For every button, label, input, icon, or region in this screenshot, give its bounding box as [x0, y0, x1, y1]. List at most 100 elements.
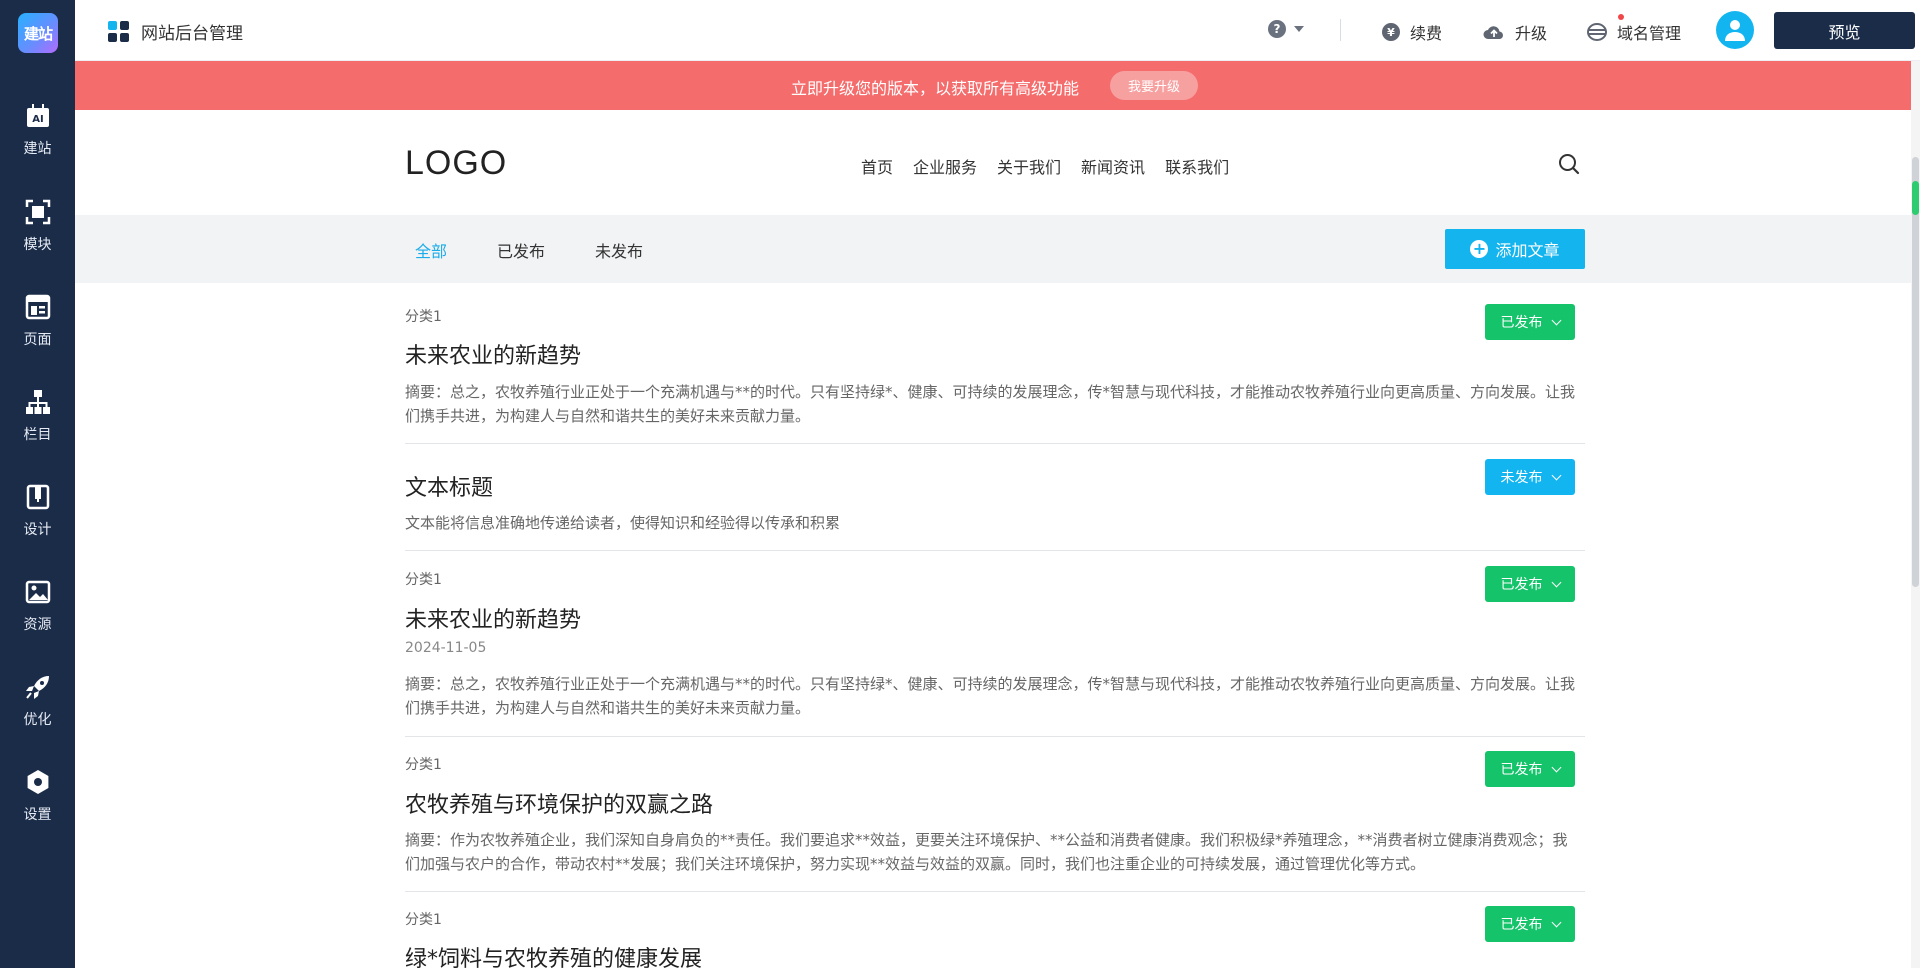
sidebar-item-column[interactable]: 栏目: [0, 389, 75, 469]
banner-text: 立即升级您的版本，以获取所有高级功能: [791, 79, 1080, 98]
article-date: 2024-11-05: [405, 640, 487, 656]
article-item[interactable]: 分类1 绿*饲料与农牧养殖的健康发展 已发布: [405, 892, 1585, 968]
sidebar-item-label: 页面: [23, 332, 52, 348]
plus-circle-icon: +: [1470, 240, 1489, 258]
upgrade-banner: 立即升级您的版本，以获取所有高级功能 我要升级: [75, 61, 1915, 110]
sitemap-icon: [25, 390, 50, 414]
upgrade-label: 升级: [1515, 24, 1548, 43]
status-dropdown[interactable]: 已发布: [1485, 751, 1575, 787]
status-dropdown[interactable]: 未发布: [1485, 459, 1575, 495]
sidebar-item-label: 栏目: [23, 427, 52, 443]
page-scrollbar[interactable]: [1911, 61, 1920, 968]
user-avatar[interactable]: [1716, 11, 1754, 49]
brand-logo[interactable]: 建站: [18, 13, 58, 53]
add-article-label: 添加文章: [1495, 241, 1560, 260]
status-label: 已发布: [1500, 762, 1543, 778]
tab-all[interactable]: 全部: [415, 238, 447, 262]
article-title[interactable]: 农牧养殖与环境保护的双赢之路: [405, 787, 713, 819]
cloud-upload-icon: [1483, 26, 1503, 39]
sidebar-item-settings[interactable]: 设置: [0, 769, 75, 849]
design-icon: [26, 484, 49, 510]
tab-unpublished[interactable]: 未发布: [595, 238, 643, 262]
site-nav-item-news[interactable]: 新闻资讯: [1081, 154, 1145, 178]
chevron-down-icon: [1551, 577, 1561, 587]
upgrade-now-button[interactable]: 我要升级: [1110, 71, 1198, 100]
sidebar-item-module[interactable]: 模块: [0, 199, 75, 279]
site-nav-item-about[interactable]: 关于我们: [997, 154, 1061, 178]
user-icon: [1725, 20, 1745, 41]
preview-button[interactable]: 预览: [1774, 12, 1915, 49]
sidebar-item-label: 设置: [23, 807, 52, 823]
site-search-button[interactable]: [1558, 153, 1580, 179]
rocket-icon: [25, 676, 49, 699]
article-category: 分类1: [405, 912, 442, 928]
sidebar-item-label: 优化: [23, 712, 52, 728]
yen-coin-icon: ¥: [1382, 23, 1400, 41]
caret-down-icon: [1294, 26, 1304, 32]
sidebar-item-build[interactable]: AI 建站: [0, 103, 75, 183]
renew-link[interactable]: ¥ 续费: [1382, 20, 1442, 44]
help-menu[interactable]: ?: [1268, 20, 1304, 38]
chevron-down-icon: [1551, 762, 1561, 772]
site-logo[interactable]: LOGO: [405, 144, 507, 183]
sidebar-item-resource[interactable]: 资源: [0, 579, 75, 659]
search-icon: [1559, 154, 1580, 175]
article-title[interactable]: 绿*饲料与农牧养殖的健康发展: [405, 941, 702, 968]
chevron-down-icon: [1551, 470, 1561, 480]
svg-text:¥: ¥: [1387, 26, 1395, 39]
article-category: 分类1: [405, 757, 442, 773]
article-title[interactable]: 文本标题: [405, 470, 493, 502]
svg-text:AI: AI: [32, 114, 43, 125]
status-dropdown[interactable]: 已发布: [1485, 566, 1575, 602]
sidebar-item-design[interactable]: 设计: [0, 484, 75, 564]
article-title[interactable]: 未来农业的新趋势: [405, 602, 581, 634]
domain-globe-icon: [1587, 23, 1607, 41]
article-title[interactable]: 未来农业的新趋势: [405, 338, 581, 370]
status-dropdown[interactable]: 已发布: [1485, 906, 1575, 942]
app-title: 网站后台管理: [141, 24, 243, 44]
add-article-button[interactable]: + 添加文章: [1445, 229, 1585, 269]
article-item[interactable]: 分类1 农牧养殖与环境保护的双赢之路 摘要：作为农牧养殖企业，我们深知自身肩负的…: [405, 737, 1585, 892]
left-sidebar: 建站 AI 建站 模块 页面 栏目 设计 资源 优化 设置: [0, 0, 75, 968]
article-category: 分类1: [405, 309, 442, 325]
image-resource-icon: [25, 580, 50, 604]
chevron-down-icon: [1551, 315, 1561, 325]
header-divider: [1340, 19, 1341, 41]
article-summary: 摘要：总之，农牧养殖行业正处于一个充满机遇与**的时代。只有坚持绿*、健康、可持…: [405, 675, 1576, 717]
sidebar-item-optimize[interactable]: 优化: [0, 674, 75, 754]
article-category: 分类1: [405, 572, 442, 588]
tab-published[interactable]: 已发布: [497, 238, 545, 262]
article-filter-bar: 全部 已发布 未发布 + 添加文章: [75, 215, 1915, 283]
status-dropdown[interactable]: 已发布: [1485, 304, 1575, 340]
top-header: 网站后台管理 ? ¥ 续费 升级 域名管理 预览: [75, 0, 1920, 61]
renew-label: 续费: [1410, 24, 1443, 43]
sidebar-item-page[interactable]: 页面: [0, 294, 75, 374]
sidebar-item-label: 模块: [23, 237, 52, 253]
status-label: 已发布: [1500, 577, 1543, 593]
chevron-down-icon: [1551, 917, 1561, 927]
site-nav: 首页 企业服务 关于我们 新闻资讯 联系我们: [861, 154, 1249, 178]
status-label: 未发布: [1500, 470, 1543, 486]
article-item[interactable]: 分类1 未来农业的新趋势 2024-11-05 摘要：总之，农牧养殖行业正处于一…: [405, 551, 1585, 737]
article-item[interactable]: 文本标题 文本能将信息准确地传递给读者，使得知识和经验得以传承和积累 未发布: [405, 444, 1585, 551]
site-nav-item-services[interactable]: 企业服务: [913, 154, 977, 178]
app-title-block: 网站后台管理: [108, 19, 243, 44]
module-icon: [25, 199, 50, 225]
site-nav-item-contact[interactable]: 联系我们: [1165, 154, 1229, 178]
sidebar-item-label: 资源: [23, 617, 52, 633]
sidebar-item-label: 设计: [23, 522, 52, 538]
article-summary: 摘要：总之，农牧养殖行业正处于一个充满机遇与**的时代。只有坚持绿*、健康、可持…: [405, 383, 1576, 425]
scrollbar-thumb[interactable]: [1912, 157, 1919, 587]
domain-link[interactable]: 域名管理: [1587, 20, 1681, 44]
page-icon: [25, 294, 50, 320]
article-item[interactable]: 分类1 未来农业的新趋势 摘要：总之，农牧养殖行业正处于一个充满机遇与**的时代…: [405, 283, 1585, 444]
upgrade-link[interactable]: 升级: [1483, 14, 1624, 44]
site-nav-item-home[interactable]: 首页: [861, 154, 893, 178]
dashboard-grid-icon: [108, 21, 129, 42]
status-label: 已发布: [1500, 315, 1543, 331]
article-summary: 摘要：作为农牧养殖企业，我们深知自身肩负的**责任。我们要追求**效益，更要关注…: [405, 831, 1568, 873]
domain-label: 域名管理: [1617, 24, 1682, 43]
article-summary: 文本能将信息准确地传递给读者，使得知识和经验得以传承和积累: [405, 514, 841, 532]
help-icon: ?: [1268, 20, 1286, 38]
scroll-position-marker: [1912, 181, 1919, 215]
